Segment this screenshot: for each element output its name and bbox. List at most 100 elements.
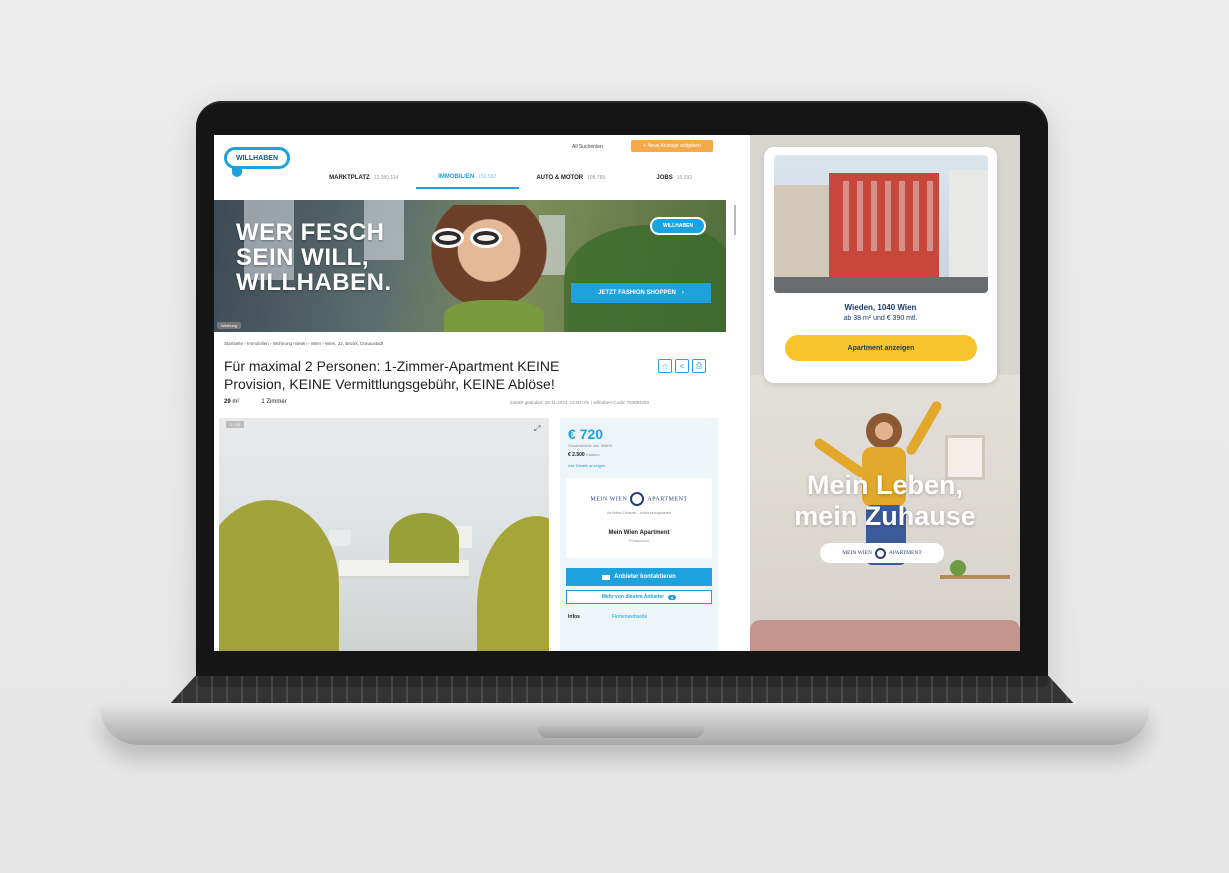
photo-chair	[477, 516, 549, 651]
banner-trees	[564, 225, 726, 332]
headline-line: WER FESCH	[236, 219, 385, 246]
listing-actions: ☆ < ⎙	[658, 359, 706, 373]
photo-cup	[329, 530, 351, 546]
ad-plant	[950, 560, 966, 576]
chevron-right-icon: ›	[681, 290, 684, 296]
deposit-value: € 2.500 Kaution	[568, 452, 600, 458]
ad-brand-logo: MEIN WIEN APARTMENT	[820, 543, 944, 563]
banner-woman-image	[419, 205, 559, 332]
seller-emblem-icon	[630, 492, 645, 506]
main-nav: MARKTPLATZ 12.080.114 IMMOBILIEN 156.582 A…	[312, 167, 726, 189]
ad-badge: Werbung	[217, 322, 242, 329]
seller-tagline: Ihr liebes Zuhause – sofort einzugsberei…	[607, 511, 671, 515]
ad-building-red	[829, 173, 939, 278]
listing-facts: 29 m² 1 Zimmer	[224, 399, 287, 405]
laptop-base	[100, 703, 1150, 745]
laptop-keyboard	[168, 676, 1076, 706]
main-column: WILLHABEN All Suchen/en + Neue Anzeige a…	[214, 135, 726, 651]
nav-count: 156.582	[478, 174, 497, 180]
deposit-label: Kaution	[586, 452, 600, 457]
photo-counter: 1 / 13	[226, 421, 245, 428]
banner-logo: WILLHABEN	[650, 217, 706, 235]
nav-auto-motor[interactable]: AUTO & MOTOR 198.789	[519, 167, 623, 189]
headline-line: WILLHABEN.	[236, 269, 392, 296]
contact-seller-button[interactable]: Anbieter kontaktieren	[566, 568, 712, 586]
nav-label: JOBS	[656, 175, 673, 181]
brand-text: APARTMENT	[888, 550, 922, 556]
fashion-shop-button[interactable]: JETZT FASHION SHOPPEN ›	[571, 283, 711, 303]
area-value: 29	[224, 399, 231, 405]
expand-icon[interactable]: ⤢	[534, 424, 540, 434]
banner-shirt	[444, 300, 544, 332]
ad-shelf	[940, 575, 1010, 579]
breadcrumb[interactable]: Startseite › Immobilien › Wohnung mieten…	[224, 341, 383, 346]
print-icon[interactable]: ⎙	[692, 359, 706, 373]
slogan-line: mein Zuhause	[794, 501, 976, 531]
contact-label: Anbieter kontaktieren	[614, 574, 676, 580]
fashion-banner-ad[interactable]: WER FESCH SEIN WILL, WILLHABEN. WILLHABE…	[214, 200, 726, 332]
scroll-handle[interactable]	[734, 205, 736, 235]
ad-location: Wieden, 1040 Wien	[844, 303, 917, 312]
price-value: € 720	[568, 426, 604, 442]
logo-text: WILLHABEN	[236, 154, 278, 162]
share-icon[interactable]: <	[675, 359, 689, 373]
apartment-side-ad[interactable]: Wieden, 1040 Wien ab 38 m² und € 390 mtl…	[750, 135, 1020, 651]
nav-count: 12.080.114	[373, 175, 399, 181]
price-subtitle: Gesamtmiete inkl. MWSt	[568, 443, 613, 448]
headline-line: SEIN WILL,	[236, 244, 369, 271]
nav-jobs[interactable]: JOBS 16.292	[623, 167, 727, 189]
more-label: Mehr von diesem Anbieter	[601, 594, 665, 600]
willhaben-logo[interactable]: WILLHABEN	[224, 147, 290, 169]
seller-logo-text: MEIN WIEN	[590, 496, 628, 503]
logo-tail-icon	[232, 167, 242, 177]
ad-street	[774, 277, 988, 293]
ad-building-right	[949, 170, 988, 293]
mail-icon	[602, 574, 611, 580]
listing-photo[interactable]	[219, 418, 549, 651]
last-edited: Zuletzt geändert: 20.11.2024, 14:00 Uhr …	[510, 400, 650, 405]
post-ad-button[interactable]: + Neue Anzeige aufgeben	[631, 140, 713, 152]
photo-chair	[219, 500, 339, 651]
more-count-badge: 8	[668, 594, 677, 600]
brand-emblem-icon	[874, 547, 886, 559]
ad-sofa	[750, 620, 1020, 651]
ad-price: ab 38 m² und € 390 mtl.	[843, 315, 918, 322]
price-details-link[interactable]: Alle Details anzeigen	[568, 463, 605, 468]
banner-cta-label: JETZT FASHION SHOPPEN	[598, 290, 676, 296]
show-apartment-button[interactable]: Apartment anzeigen	[785, 335, 977, 361]
nav-label: MARKTPLATZ	[329, 175, 370, 181]
photo-chair	[389, 513, 459, 563]
nav-label: AUTO & MOTOR	[536, 175, 584, 181]
laptop-notch	[538, 726, 704, 738]
seller-role: Privatperson	[629, 539, 649, 543]
nav-count: 16.292	[676, 175, 693, 181]
area-unit: m²	[232, 399, 240, 405]
rooms-fact: 1 Zimmer	[261, 399, 287, 405]
slogan-line: Mein Leben,	[806, 470, 963, 500]
seller-card[interactable]: MEIN WIEN APARTMENT Ihr liebes Zuhause – …	[566, 478, 712, 558]
brand-text: MEIN WIEN	[842, 550, 872, 556]
deposit-amount: € 2.500	[568, 452, 585, 458]
price-panel: € 720 Gesamtmiete inkl. MWSt € 2.500 Kau…	[560, 418, 718, 651]
ad-card[interactable]: Wieden, 1040 Wien ab 38 m² und € 390 mtl…	[764, 147, 997, 383]
banner-headline: WER FESCH SEIN WILL, WILLHABEN.	[236, 220, 436, 295]
info-label: Infos	[568, 614, 580, 620]
ad-head	[866, 413, 902, 449]
favorite-icon[interactable]: ☆	[658, 359, 672, 373]
nav-marktplatz[interactable]: MARKTPLATZ 12.080.114	[312, 167, 416, 189]
seller-name: Mein Wien Apartment	[608, 530, 670, 536]
ad-slogan: Mein Leben, mein Zuhause	[750, 470, 1020, 532]
laptop-screen: WILLHABEN All Suchen/en + Neue Anzeige a…	[214, 135, 1020, 651]
sunglasses-image	[432, 228, 502, 248]
more-from-seller-button[interactable]: Mehr von diesem Anbieter 8	[566, 590, 712, 604]
area-fact: 29 m²	[224, 399, 239, 405]
saved-searches-link[interactable]: All Suchen/en	[572, 144, 603, 150]
seller-logo-text: APARTMENT	[647, 496, 688, 503]
nav-count: 198.789	[587, 175, 606, 181]
nav-immobilien[interactable]: IMMOBILIEN 156.582	[415, 167, 519, 189]
nav-label: IMMOBILIEN	[438, 174, 475, 180]
ad-building-photo	[774, 155, 988, 293]
company-website-link[interactable]: Firmenwebseite	[612, 614, 647, 620]
seller-logo: MEIN WIEN APARTMENT	[566, 492, 712, 506]
listing-title: Für maximal 2 Personen: 1-Zimmer-Apartme…	[224, 358, 560, 392]
